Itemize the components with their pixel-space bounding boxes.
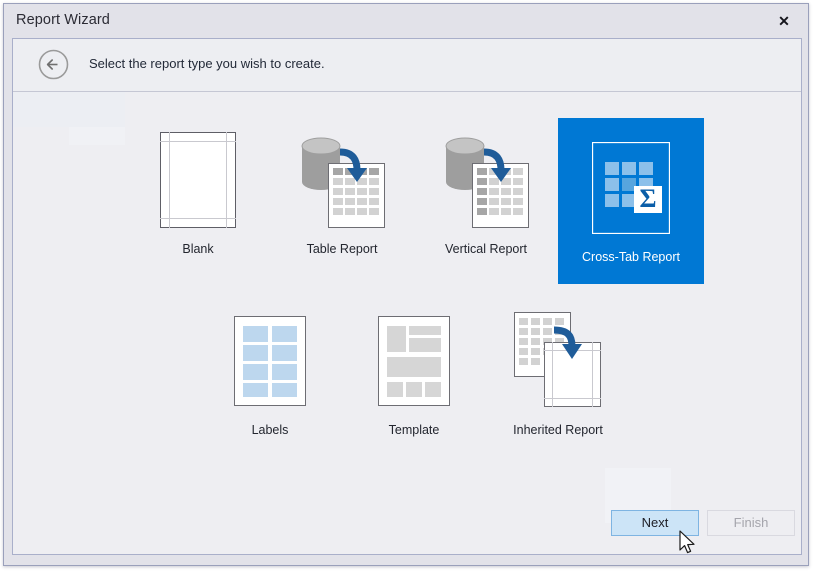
report-type-table[interactable]: Table Report xyxy=(277,110,407,276)
window-title: Report Wizard xyxy=(16,12,110,28)
back-arrow-icon[interactable] xyxy=(38,49,69,80)
wizard-panel: Select the report type you wish to creat… xyxy=(12,38,802,555)
report-type-grid: Blank Table Report Vertical Report Σ Cro… xyxy=(13,91,801,554)
report-wizard-dialog: Report Wizard ✕ Select the report type y… xyxy=(3,3,809,566)
svg-text:Σ: Σ xyxy=(640,184,657,213)
wizard-footer: Next Finish xyxy=(13,494,801,554)
report-type-crosstab[interactable]: Σ Cross-Tab Report xyxy=(558,118,704,284)
wizard-header: Select the report type you wish to creat… xyxy=(13,39,801,92)
database-to-vertical-icon xyxy=(440,130,532,230)
finish-button: Finish xyxy=(707,510,795,536)
report-type-blank[interactable]: Blank xyxy=(133,110,263,276)
report-type-label: Inherited Report xyxy=(513,423,603,437)
report-type-label: Cross-Tab Report xyxy=(582,250,680,264)
report-type-label: Table Report xyxy=(306,242,378,256)
template-layout-icon xyxy=(378,311,450,411)
report-type-label: Blank xyxy=(182,242,214,256)
report-type-inherited[interactable]: Inherited Report xyxy=(493,291,623,457)
wizard-instruction: Select the report type you wish to creat… xyxy=(89,56,325,71)
inherited-report-icon xyxy=(514,311,602,411)
database-to-table-icon xyxy=(296,130,388,230)
title-bar: Report Wizard ✕ xyxy=(4,4,808,38)
report-type-label: Labels xyxy=(251,423,289,437)
report-type-vertical[interactable]: Vertical Report xyxy=(421,110,551,276)
report-type-labels[interactable]: Labels xyxy=(205,291,335,457)
report-type-label: Template xyxy=(388,423,440,437)
cross-tab-sigma-icon: Σ xyxy=(592,138,670,238)
labels-grid-icon xyxy=(234,311,306,411)
next-button[interactable]: Next xyxy=(611,510,699,536)
report-type-template[interactable]: Template xyxy=(349,291,479,457)
report-type-label: Vertical Report xyxy=(445,242,527,256)
close-icon[interactable]: ✕ xyxy=(770,8,798,34)
blank-page-icon xyxy=(160,130,236,230)
